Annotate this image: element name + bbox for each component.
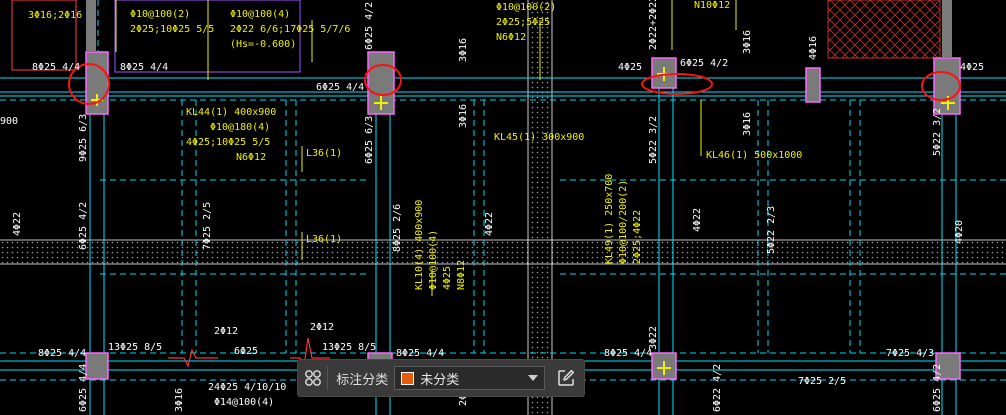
beam-label: 4Φ25	[442, 266, 453, 290]
rebar-label: 5Φ22 3/2	[648, 116, 659, 164]
rebar-label: 2Φ12	[310, 322, 334, 333]
beam-label: L36(1)	[306, 148, 342, 159]
chevron-down-icon	[527, 375, 538, 381]
beam-label: L36(1)	[306, 234, 342, 245]
rebar-label: 6Φ25 6/3	[364, 116, 375, 164]
annotation-category-toolbar: 标注分类 未分类	[297, 359, 585, 397]
beam-label: N8Φ12	[456, 260, 467, 290]
beam-label: KL45(1) 300x900	[494, 132, 584, 143]
rebar-label: 4Φ25	[960, 62, 984, 73]
rebar-label: 13Φ25 8/5	[108, 342, 162, 353]
beam-label: N6Φ12	[496, 32, 526, 43]
rebar-label: 7Φ25 2/5	[798, 376, 846, 387]
grid-four-circles-icon[interactable]	[298, 360, 327, 396]
rebar-label: 6Φ25 4/2	[364, 2, 375, 50]
beam-label: 2Φ22 6/6;17Φ25 5/7/6	[230, 24, 350, 35]
annotation-ellipses[interactable]	[68, 63, 961, 105]
beam-label: 2Φ25;10Φ25 5/5	[130, 24, 214, 35]
rebar-label: 8Φ25 4/4	[32, 62, 80, 73]
rebar-label: 8Φ25 4/4	[38, 348, 86, 359]
rebar-label: 900	[0, 116, 18, 127]
beam-label: KL46(1) 500x1000	[706, 150, 802, 161]
rebar-label: 13Φ25 8/5	[322, 342, 376, 353]
beam-label: N10Φ12	[694, 0, 730, 11]
rebar-label: 8Φ25 2/6	[392, 204, 403, 252]
rebar-label: 4Φ22	[484, 212, 495, 236]
edit-pencil-icon[interactable]	[549, 360, 584, 396]
beam-label: 4Φ25;10Φ25 5/5	[186, 137, 270, 148]
rebar-label: 6Φ25 4/4	[316, 82, 364, 93]
beam-label: Φ10@100(4)	[428, 230, 439, 290]
rebar-label: 5Φ22 2/3	[766, 206, 777, 254]
rebar-label: 4Φ20	[954, 220, 965, 244]
category-label: 标注分类	[336, 371, 389, 387]
rebar-label: 6Φ25	[234, 346, 258, 357]
hatch-region	[827, 0, 941, 59]
rebar-label: 3Φ16	[742, 112, 753, 136]
beam-label: KL49(1) 250x700	[604, 174, 615, 264]
rebar-label: 9Φ25 6/3	[78, 114, 89, 162]
rebar-label: 8Φ25 4/4	[120, 62, 168, 73]
rebar-label: 3Φ16	[174, 388, 185, 412]
rebar-label: 6Φ22 4/2	[712, 364, 723, 412]
rebar-label: 6Φ25 4/2	[932, 364, 943, 412]
rebar-label: 6Φ25 4/2	[78, 202, 89, 250]
rebar-label: 6Φ25 4/4	[78, 364, 89, 412]
rebar-label: 3Φ16	[458, 38, 469, 62]
rebar-label: 5Φ22 3/2	[932, 108, 943, 156]
rebar-label: 2Φ22+2Φ22	[648, 0, 659, 50]
rebar-label: 7Φ25 4/3	[886, 348, 934, 359]
rebar-label: Φ14@100(4)	[214, 397, 274, 408]
beam-lines-horizontal	[0, 77, 1006, 371]
beam-label: Φ10@100/200(2)	[618, 180, 629, 264]
rebar-label: 8Φ25 4/4	[604, 348, 652, 359]
rebar-label: 4Φ25	[618, 62, 642, 73]
rebar-label: 3Φ16	[742, 30, 753, 54]
rebar-label: 3Φ22	[648, 326, 659, 350]
rebar-label: 4Φ22	[692, 208, 703, 232]
beam-label: KL44(1) 400x900	[186, 107, 276, 118]
cad-drawing-canvas[interactable]: KL44(1) 400x900 Φ10@180(4) 4Φ25;10Φ25 5/…	[0, 0, 1006, 415]
category-selected-value: 未分类	[420, 371, 460, 387]
rebar-label: 4Φ22	[12, 212, 23, 236]
rebar-annotations: 8Φ25 4/4 8Φ25 4/4 6Φ25 4/2 6Φ25 4/4 4Φ25…	[0, 0, 984, 412]
rebar-label: 8Φ25 4/4	[396, 348, 444, 359]
beam-label: Φ10@100(2)	[496, 2, 556, 13]
beam-label: 3Φ16;2Φ16	[28, 10, 82, 21]
rebar-label: 3Φ16	[458, 104, 469, 128]
beam-label: N6Φ12	[236, 152, 266, 163]
rebar-label: 7Φ25 2/5	[202, 202, 213, 250]
rebar-label: 2Φ12	[214, 326, 238, 337]
beam-label: Φ10@180(4)	[210, 122, 270, 133]
beam-label: Φ10@100(2)	[130, 9, 190, 20]
category-dropdown[interactable]: 未分类	[394, 366, 545, 390]
rebar-label: 4Φ16	[808, 36, 819, 60]
category-color-swatch	[401, 371, 415, 385]
beam-label: (Hs=-0.600)	[230, 39, 296, 50]
beam-label: 2Φ25;5Φ25	[496, 17, 550, 28]
beam-label: Φ10@100(4)	[230, 9, 290, 20]
rebar-label: 6Φ25 4/2	[680, 58, 728, 69]
rebar-label: 24Φ25 4/10/10	[208, 382, 286, 393]
beam-label: KL10(4) 400x900	[414, 200, 425, 290]
beam-label: 2Φ25;4Φ22	[632, 210, 643, 264]
